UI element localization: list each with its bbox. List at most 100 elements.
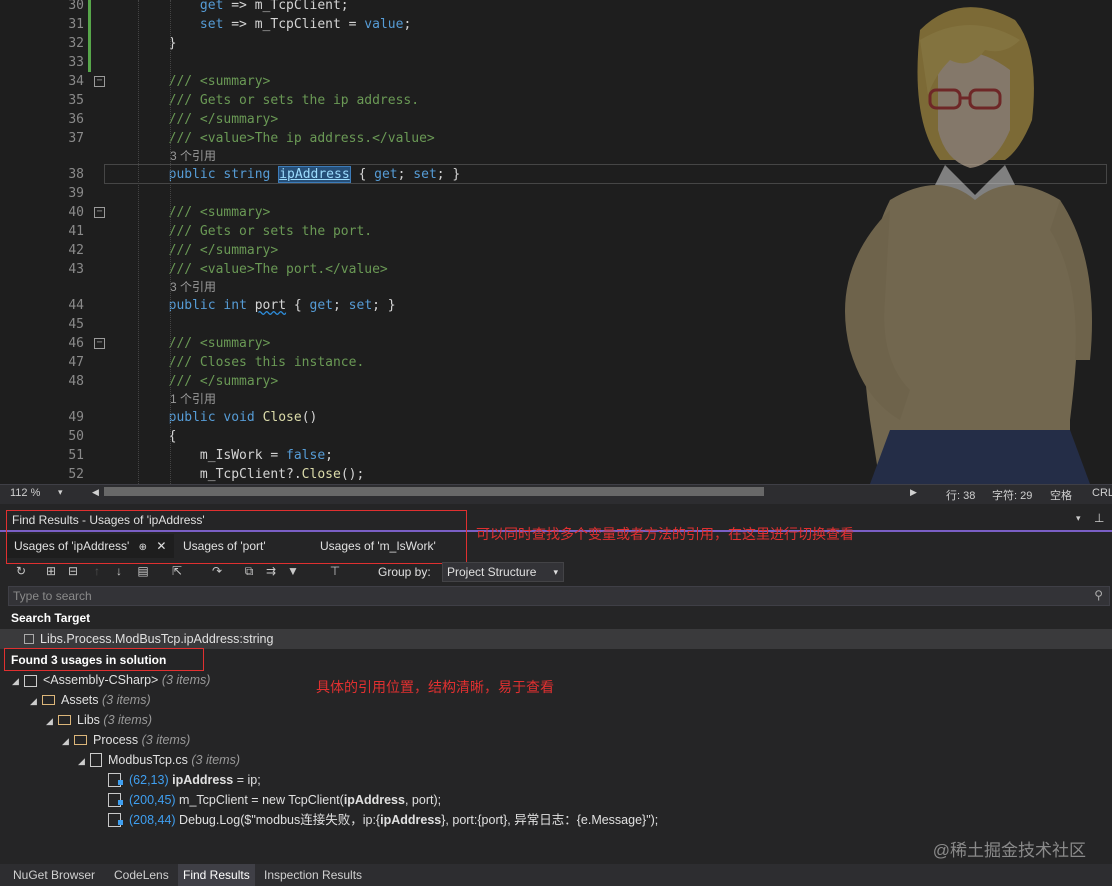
- code-text: /// </summary>: [106, 372, 279, 391]
- usage-row[interactable]: (208,44) Debug.Log($"modbus连接失败，ip:{ipAd…: [108, 810, 658, 830]
- code-token: void: [223, 410, 255, 425]
- code-text: /// </summary>: [106, 241, 279, 260]
- navigate-icon[interactable]: ↷: [210, 564, 224, 578]
- code-token: /// <summary>: [106, 205, 271, 220]
- line-number: 40: [68, 205, 84, 220]
- line-number: 34: [68, 74, 84, 89]
- search-icon[interactable]: ⚲: [1094, 588, 1103, 602]
- scroll-right-icon[interactable]: ▶: [910, 487, 917, 498]
- tree-libs[interactable]: ◢ Libs (3 items): [46, 710, 152, 730]
- folder-label: Assets: [61, 693, 99, 707]
- code-text: get => m_TcpClient;: [106, 0, 349, 15]
- code-token: /// </summary>: [106, 374, 279, 389]
- code-text: m_TcpClient?.Close();: [106, 465, 364, 484]
- usage-position: (200,45): [129, 793, 176, 807]
- expanded-arrow-icon[interactable]: ◢: [30, 691, 42, 711]
- usage-row[interactable]: (62,13) ipAddress = ip;: [108, 770, 261, 790]
- tab-find-results[interactable]: Find Results: [178, 864, 255, 886]
- group-by-label: Group by:: [378, 565, 431, 579]
- editor-status-bar: 112 % ▾ ◀ ▶ 行: 38 字符: 29 空格 CRL: [0, 484, 1112, 504]
- next-icon[interactable]: ↓: [112, 564, 126, 578]
- item-count: (3 items): [191, 753, 241, 767]
- tree-process[interactable]: ◢ Process (3 items): [62, 730, 190, 750]
- horizontal-scrollbar[interactable]: [104, 487, 764, 496]
- usage-reference-icon: [108, 793, 123, 807]
- code-editor[interactable]: 30 get => m_TcpClient; 31 set => m_TcpCli…: [0, 0, 1112, 484]
- usage-match: ipAddress: [172, 773, 234, 787]
- line-number: 43: [68, 262, 84, 277]
- folder-label: Process: [93, 733, 139, 747]
- code-text: /// </summary>: [106, 110, 279, 129]
- line-number: 32: [68, 36, 84, 51]
- line-ending[interactable]: CRL: [1092, 487, 1112, 499]
- usage-match: ipAddress: [380, 813, 442, 827]
- merge-icon[interactable]: ⇉: [264, 564, 278, 578]
- code-text: /// <value>The ip address.</value>: [106, 129, 435, 148]
- csharp-file-icon: [90, 753, 102, 767]
- codelens-references[interactable]: 3 个引用: [170, 147, 216, 163]
- tab-nuget-browser[interactable]: NuGet Browser: [8, 864, 100, 886]
- zoom-dropdown-icon[interactable]: ▾: [58, 487, 63, 498]
- code-text: set => m_TcpClient = value;: [106, 15, 411, 34]
- line-number: 47: [68, 355, 84, 370]
- line-number: 42: [68, 243, 84, 258]
- code-text: /// <value>The port.</value>: [106, 260, 388, 279]
- tree-assembly[interactable]: ◢ <Assembly-CSharp> (3 items): [12, 670, 210, 690]
- tree-assets[interactable]: ◢ Assets (3 items): [30, 690, 151, 710]
- change-indicator-bar: [88, 0, 91, 72]
- scroll-left-icon[interactable]: ◀: [92, 487, 99, 498]
- tab-inspection-results[interactable]: Inspection Results: [259, 864, 367, 886]
- filter-icon[interactable]: ▼: [286, 564, 300, 578]
- panel-options-icon[interactable]: ▾: [1076, 513, 1081, 524]
- usage-position: (62,13): [129, 773, 169, 787]
- expand-all-icon[interactable]: ⊞: [44, 564, 58, 578]
- cursor-column[interactable]: 字符: 29: [992, 487, 1032, 503]
- panel-pin-icon[interactable]: ⊥: [1094, 511, 1104, 525]
- collapse-region-icon[interactable]: −: [94, 76, 105, 87]
- cursor-line[interactable]: 行: 38: [946, 487, 975, 503]
- usage-reference-icon: [108, 773, 123, 787]
- show-preview-icon[interactable]: ⧉: [242, 564, 256, 578]
- usage-row[interactable]: (200,45) m_TcpClient = new TcpClient(ipA…: [108, 790, 441, 810]
- annotation-box-found: [4, 648, 204, 671]
- expanded-arrow-icon[interactable]: ◢: [46, 711, 58, 731]
- code-token: set: [199, 17, 224, 32]
- zoom-level[interactable]: 112 %: [10, 487, 40, 499]
- codelens-references[interactable]: 3 个引用: [170, 278, 216, 294]
- search-input[interactable]: [13, 588, 1073, 604]
- code-token: get: [199, 0, 224, 13]
- collapse-region-icon[interactable]: −: [94, 338, 105, 349]
- code-token: /// <summary>: [106, 336, 271, 351]
- annotation-box-tabs: [6, 510, 467, 564]
- code-token: {: [286, 298, 310, 313]
- item-count: (3 items): [102, 693, 151, 707]
- previous-icon[interactable]: ↑: [90, 564, 104, 578]
- expanded-arrow-icon[interactable]: ◢: [78, 751, 90, 771]
- line-number: 46: [68, 336, 84, 351]
- code-text: /// <summary>: [106, 334, 271, 353]
- code-token: Close: [301, 467, 341, 482]
- code-token: => m_TcpClient =: [223, 17, 365, 32]
- tab-codelens[interactable]: CodeLens: [109, 864, 174, 886]
- line-number: 38: [68, 167, 84, 182]
- group-by-select[interactable]: Project Structure ▾: [442, 562, 564, 582]
- search-target-row[interactable]: Libs.Process.ModBusTcp.ipAddress:string: [0, 629, 1112, 649]
- code-text: /// <summary>: [106, 72, 271, 91]
- expanded-arrow-icon[interactable]: ◢: [12, 671, 24, 691]
- line-number: 52: [68, 467, 84, 482]
- refresh-icon[interactable]: ↻: [14, 564, 28, 578]
- expanded-arrow-icon[interactable]: ◢: [62, 731, 74, 751]
- tree-file[interactable]: ◢ ModbusTcp.cs (3 items): [78, 750, 240, 770]
- line-number: 35: [68, 93, 84, 108]
- indent-mode[interactable]: 空格: [1050, 487, 1072, 503]
- code-text: /// <summary>: [106, 203, 271, 222]
- assembly-label: <Assembly-CSharp>: [43, 673, 159, 687]
- export-icon[interactable]: ▤: [136, 564, 150, 578]
- collapse-region-icon[interactable]: −: [94, 207, 105, 218]
- open-in-new-icon[interactable]: ⇱: [170, 564, 184, 578]
- pin-results-icon[interactable]: ⊤: [328, 564, 342, 578]
- collapse-all-icon[interactable]: ⊟: [66, 564, 80, 578]
- codelens-references[interactable]: 1 个引用: [170, 390, 216, 406]
